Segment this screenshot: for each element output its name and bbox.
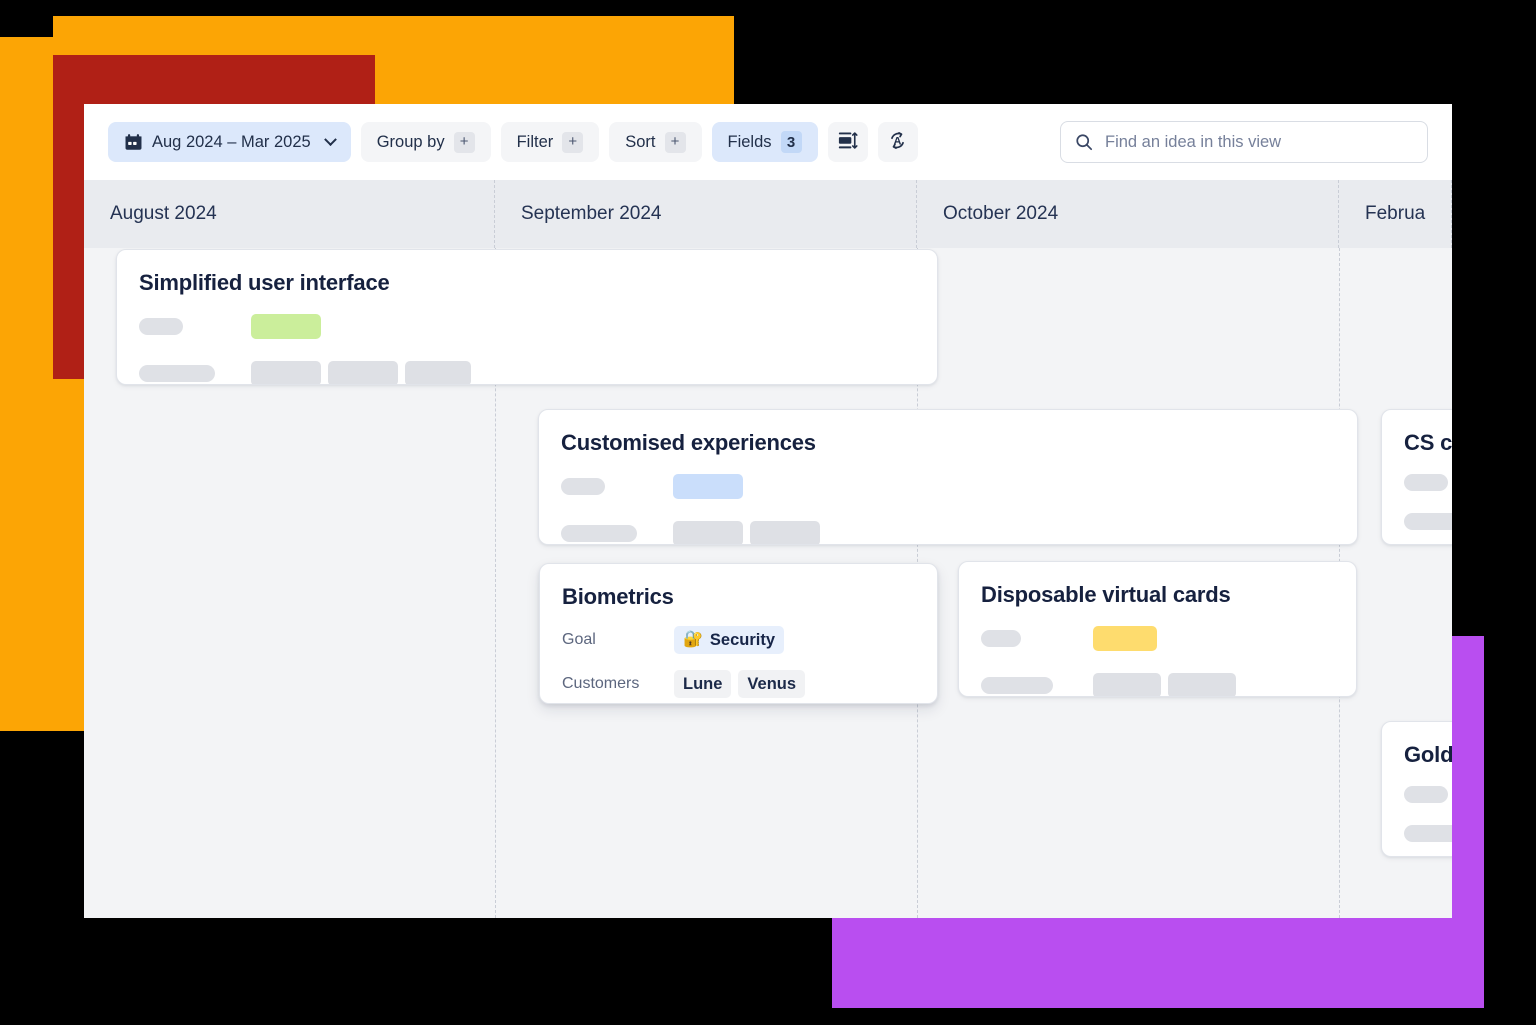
card-skeleton-row [139, 361, 915, 384]
sort-label: Sort [625, 132, 656, 151]
search-container [1060, 121, 1428, 163]
sort-button[interactable]: Sort + [609, 122, 702, 162]
card-tag[interactable]: 🔐 Security [674, 626, 785, 654]
screenshot-stage: Aug 2024 – Mar 2025 Group by + Filter + … [0, 0, 1536, 1025]
card-skeleton-row [981, 626, 1334, 651]
card-title: CS chatbot [1404, 430, 1452, 455]
card-skeleton-chip [1168, 673, 1236, 696]
card-skeleton-chip [1093, 626, 1157, 651]
timeline-column-header: August 2024 [84, 180, 495, 248]
filter-label: Filter [516, 132, 554, 151]
card-skeleton-label [139, 318, 183, 335]
card-skeleton-chip [673, 474, 743, 499]
plus-icon: + [664, 131, 686, 153]
timeline-grid: August 2024 September 2024 October 2024 Feb… [84, 180, 1452, 918]
timeline-column-header: September 2024 [495, 180, 917, 248]
card-skeleton-row [139, 314, 915, 339]
card-title: Simplified user interface [139, 270, 390, 295]
card-skeleton-label [561, 525, 637, 542]
card-skeleton-chips [251, 361, 471, 384]
card-skeleton-chip [405, 361, 471, 384]
group-by-button[interactable]: Group by + [360, 122, 491, 162]
fields-label: Fields [727, 132, 772, 151]
card-tag-label: Security [709, 630, 776, 649]
plus-icon: + [562, 131, 584, 153]
card-skeleton-label [981, 677, 1053, 694]
card-skeleton-row [1404, 513, 1452, 530]
auto-translate-button[interactable]: A [877, 122, 918, 162]
card-skeleton-label [1404, 825, 1452, 842]
timeline-card[interactable]: Customised experiences [538, 409, 1358, 545]
card-field-values: 🔐 Security [674, 626, 785, 654]
card-field-label: Goal [562, 631, 596, 648]
card-title: Gold rewards [1404, 742, 1452, 767]
card-tag[interactable]: Lune [674, 670, 732, 698]
timeline-column-label: October 2024 [943, 203, 1059, 224]
card-skeleton-chips [1093, 673, 1236, 696]
card-skeleton-chips [251, 314, 321, 339]
timeline-column-headers: August 2024 September 2024 October 2024 Feb… [84, 180, 1452, 248]
timeline-card[interactable]: Gold rewards [1381, 721, 1452, 857]
card-skeleton-label [1404, 786, 1448, 803]
fields-button[interactable]: Fields 3 [711, 122, 818, 162]
card-field-row: Customers Lune Venus [562, 670, 915, 698]
timeline-column-header: October 2024 [917, 180, 1339, 248]
card-skeleton-label [1404, 474, 1448, 491]
timeline-card[interactable]: Disposable virtual cards [958, 561, 1357, 697]
card-skeleton-label [981, 630, 1021, 647]
card-skeleton-label [561, 478, 605, 495]
date-range-label: Aug 2024 – Mar 2025 [152, 132, 311, 151]
timeline-lanes[interactable]: Simplified user interface Customised expe… [84, 248, 1452, 918]
card-skeleton-chip [1093, 673, 1161, 696]
card-skeleton-row [561, 474, 1335, 499]
card-skeleton-chips [673, 474, 743, 499]
card-skeleton-row [1404, 825, 1452, 842]
row-height-icon [837, 130, 858, 154]
card-skeleton-chip [251, 361, 321, 384]
lock-with-key-icon: 🔐 [683, 631, 703, 648]
card-field-values: Lune Venus [674, 670, 812, 698]
auto-translate-icon: A [887, 130, 908, 154]
timeline-column-label: Februa [1365, 203, 1426, 224]
fields-count-badge: 3 [780, 131, 802, 153]
card-title: Disposable virtual cards [981, 582, 1231, 607]
timeline-column-label: August 2024 [110, 203, 217, 224]
card-skeleton-label [139, 365, 215, 382]
timeline-card[interactable]: Biometrics Goal 🔐 Security Customers Lune Venu… [539, 563, 938, 704]
card-field-row: Goal 🔐 Security [562, 626, 915, 654]
search-input[interactable] [1060, 121, 1428, 163]
card-skeleton-label [1404, 513, 1452, 530]
calendar-icon [124, 133, 143, 152]
group-by-label: Group by [376, 132, 445, 151]
row-height-button[interactable] [827, 122, 868, 162]
card-tag[interactable]: Venus [738, 670, 806, 698]
timeline-column-label: September 2024 [521, 203, 662, 224]
card-skeleton-row [1404, 474, 1452, 491]
card-skeleton-chip [750, 521, 820, 544]
card-skeleton-row [561, 521, 1335, 544]
toolbar: Aug 2024 – Mar 2025 Group by + Filter + … [84, 104, 1452, 180]
timeline-column-header: Februa [1339, 180, 1452, 248]
card-title: Customised experiences [561, 430, 816, 455]
card-skeleton-chips [1093, 626, 1157, 651]
app-window: Aug 2024 – Mar 2025 Group by + Filter + … [84, 104, 1452, 918]
card-skeleton-chip [673, 521, 743, 544]
card-skeleton-chip [251, 314, 321, 339]
card-field-label: Customers [562, 675, 640, 692]
card-title: Biometrics [562, 584, 674, 609]
chevron-down-icon [323, 132, 337, 146]
card-skeleton-chip [328, 361, 398, 384]
date-range-button[interactable]: Aug 2024 – Mar 2025 [108, 122, 351, 162]
timeline-card[interactable]: Simplified user interface [116, 249, 938, 385]
plus-icon: + [453, 131, 475, 153]
timeline-card[interactable]: CS chatbot [1381, 409, 1452, 545]
card-tag-label: Venus [747, 674, 797, 693]
card-skeleton-row [1404, 786, 1452, 803]
filter-button[interactable]: Filter + [500, 122, 600, 162]
card-skeleton-chips [673, 521, 820, 544]
card-skeleton-row [981, 673, 1334, 696]
card-tag-label: Lune [683, 674, 723, 693]
